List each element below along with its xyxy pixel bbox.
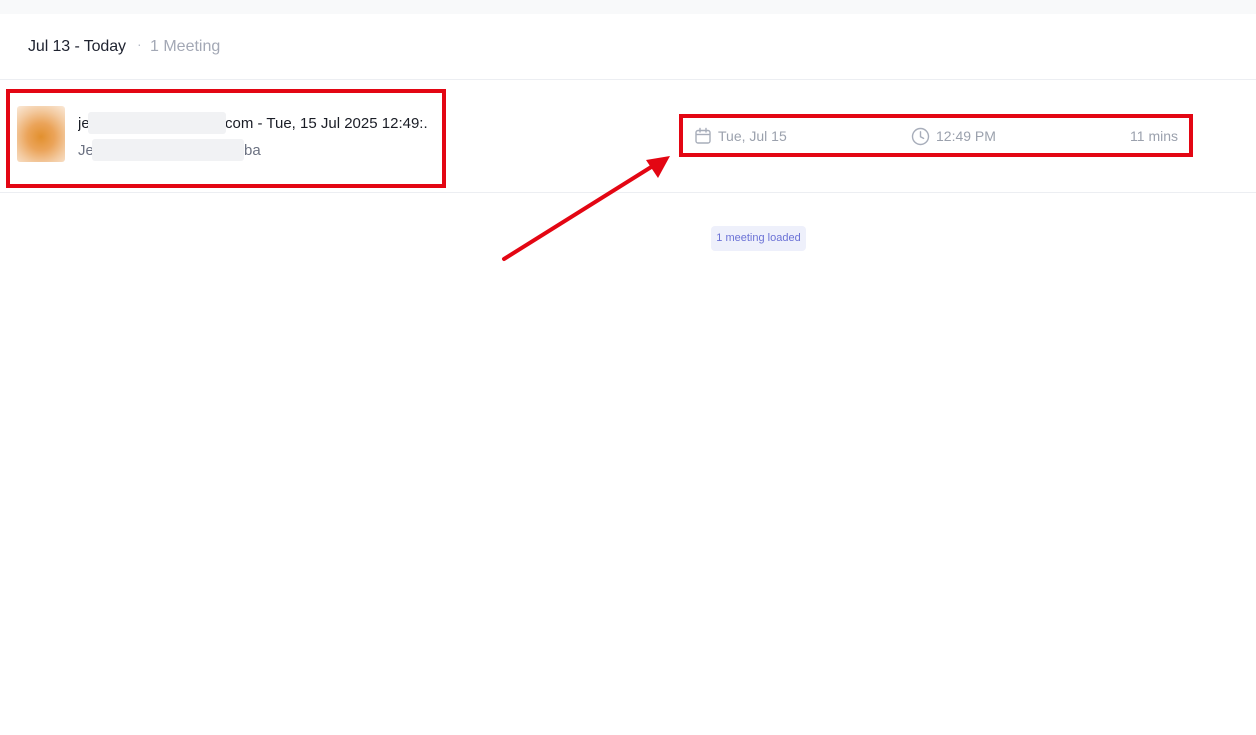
- annotation-arrow-icon: [502, 156, 670, 261]
- meeting-group-header: Jul 13 - Today · 1 Meeting: [0, 14, 1256, 80]
- top-bar: [0, 0, 1256, 14]
- highlight-box-meeting-meta: [679, 114, 1193, 157]
- highlight-box-meeting-title: [6, 89, 446, 188]
- group-meeting-count: 1 Meeting: [150, 38, 221, 55]
- meetings-loaded-badge: 1 meeting loaded: [711, 226, 806, 251]
- group-date-range: Jul 13 - Today: [28, 38, 126, 55]
- group-separator: ·: [137, 36, 142, 52]
